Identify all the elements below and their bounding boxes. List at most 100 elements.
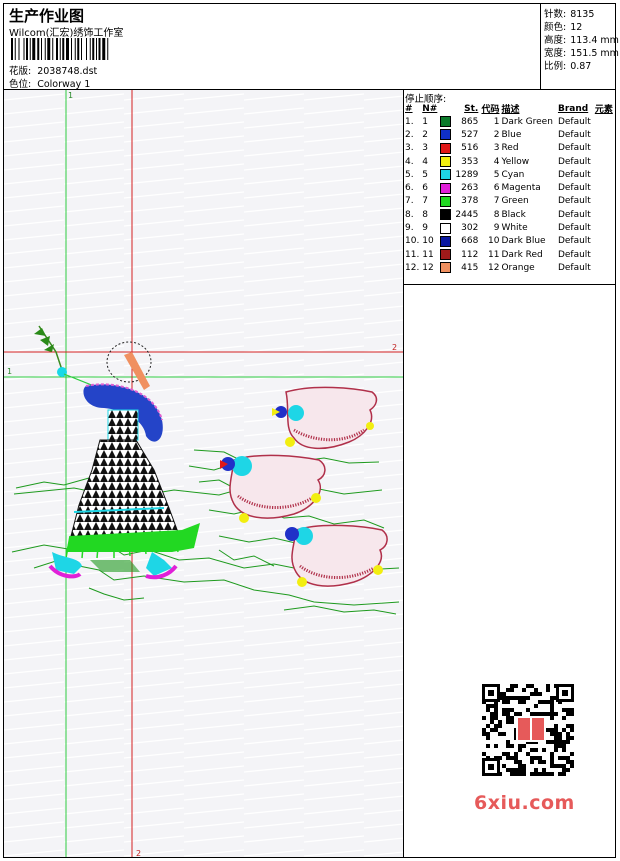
table-row: 1. 1 865 1 Dark Green Default: [404, 115, 615, 128]
marker-1-top: 1: [68, 91, 73, 100]
table-row: 3. 3 516 3 Red Default: [404, 142, 615, 155]
row-brand: Default: [557, 116, 591, 127]
sheet-title: 生产作业图: [9, 7, 85, 25]
row-swatch: [439, 142, 453, 155]
row-brand: Default: [557, 156, 591, 167]
row-code: 7: [493, 196, 500, 207]
row-element: [594, 208, 615, 221]
spec-height: 高度: 113.4 mm: [544, 32, 619, 46]
col-code: 代码: [481, 105, 500, 115]
row-index: 8.: [405, 209, 414, 220]
row-needle: 10: [422, 236, 434, 247]
table-row: 8. 8 2445 8 Black Default: [404, 208, 615, 221]
row-needle: 6: [422, 183, 428, 194]
table-row: 11. 11 112 11 Dark Red Default: [404, 248, 615, 261]
row-description: Orange: [501, 262, 535, 273]
row-index: 1.: [405, 116, 414, 127]
row-code: 9: [493, 223, 500, 234]
col-stitches: St.: [464, 103, 479, 114]
row-element: [594, 261, 615, 274]
row-stitches: 527: [461, 129, 479, 140]
row-swatch: [439, 128, 453, 141]
stop-sequence-table: # N# St. 代码 描述 Brand 元素 1. 1 865 1 Dark Gree…: [404, 102, 615, 275]
row-stitches: 668: [461, 236, 479, 247]
site-watermark: 6xiu.com: [474, 792, 575, 814]
spec-width: 宽度: 151.5 mm: [544, 45, 619, 59]
barcode: [11, 38, 109, 60]
row-description: Black: [501, 209, 526, 220]
row-code: 5: [493, 169, 500, 180]
color-swatch: [440, 209, 452, 221]
marker-1-left: 1: [7, 367, 12, 376]
design-row: 花版: 2038748.dst: [9, 63, 97, 77]
row-index: 4.: [405, 156, 414, 167]
row-element: [594, 221, 615, 234]
row-index: 12.: [405, 262, 420, 273]
row-code: 2: [493, 129, 500, 140]
spec-scale: 比例: 0.87: [544, 58, 591, 72]
color-swatch: [440, 142, 452, 154]
qr-code-image: [482, 684, 574, 776]
row-description: White: [501, 223, 528, 234]
col-index: #: [405, 103, 413, 114]
table-row: 5. 5 1289 5 Cyan Default: [404, 168, 615, 181]
col-brand: Brand: [557, 103, 589, 114]
row-code: 8: [493, 209, 500, 220]
stop-sequence-panel: 停止顺序: # N# St. 代码 描述 Brand 元素 1. 1 865 1 Dar…: [404, 90, 615, 857]
colorway-value: Colorway 1: [37, 79, 91, 90]
table-row: 6. 6 263 6 Magenta Default: [404, 181, 615, 194]
row-stitches: 353: [461, 156, 479, 167]
row-needle: 12: [422, 262, 434, 273]
row-code: 4: [493, 156, 500, 167]
spec-colors: 颜色: 12: [544, 19, 582, 33]
row-description: Dark Blue: [501, 236, 546, 247]
row-code: 6: [493, 183, 500, 194]
row-stitches: 112: [461, 249, 479, 260]
row-brand: Default: [557, 183, 591, 194]
color-swatch: [440, 249, 452, 261]
color-swatch: [440, 262, 452, 274]
col-description: 描述: [501, 105, 520, 115]
row-index: 11.: [405, 249, 420, 260]
row-element: [594, 195, 615, 208]
row-swatch: [439, 181, 453, 194]
row-brand: Default: [557, 249, 591, 260]
table-divider: [404, 284, 615, 285]
color-swatch: [440, 156, 452, 168]
spec-value: 0.87: [570, 61, 592, 72]
row-code: 3: [493, 143, 500, 154]
qr-code: [470, 680, 590, 780]
spec-label: 比例:: [544, 61, 567, 72]
row-brand: Default: [557, 196, 591, 207]
row-needle: 11: [422, 249, 434, 260]
row-swatch: [439, 155, 453, 168]
marker-2-right: 2: [392, 343, 397, 352]
color-swatch: [440, 222, 452, 234]
row-needle: 8: [422, 209, 428, 220]
row-element: [594, 235, 615, 248]
color-swatch: [440, 116, 452, 128]
color-swatch: [440, 195, 452, 207]
row-description: Red: [501, 143, 519, 154]
row-index: 2.: [405, 129, 414, 140]
spec-stitches: 针数: 8135: [544, 6, 594, 20]
row-index: 7.: [405, 196, 414, 207]
row-stitches: 2445: [455, 209, 479, 220]
row-element: [594, 155, 615, 168]
row-element: [594, 248, 615, 261]
row-needle: 9: [422, 223, 428, 234]
col-needle: N#: [422, 103, 438, 114]
table-row: 12. 12 415 12 Orange Default: [404, 261, 615, 274]
color-swatch: [440, 129, 452, 141]
row-element: [594, 128, 615, 141]
row-brand: Default: [557, 236, 591, 247]
row-needle: 7: [422, 196, 428, 207]
row-swatch: [439, 168, 453, 181]
row-needle: 1: [422, 116, 428, 127]
row-description: Dark Green: [501, 116, 553, 127]
row-element: [594, 168, 615, 181]
row-code: 1: [493, 116, 500, 127]
row-description: Cyan: [501, 169, 525, 180]
production-sheet: 生产作业图 Wilcom(汇宏)绣饰工作室 花版: 2038748.dst 色位:…: [3, 3, 619, 858]
row-swatch: [439, 115, 453, 128]
